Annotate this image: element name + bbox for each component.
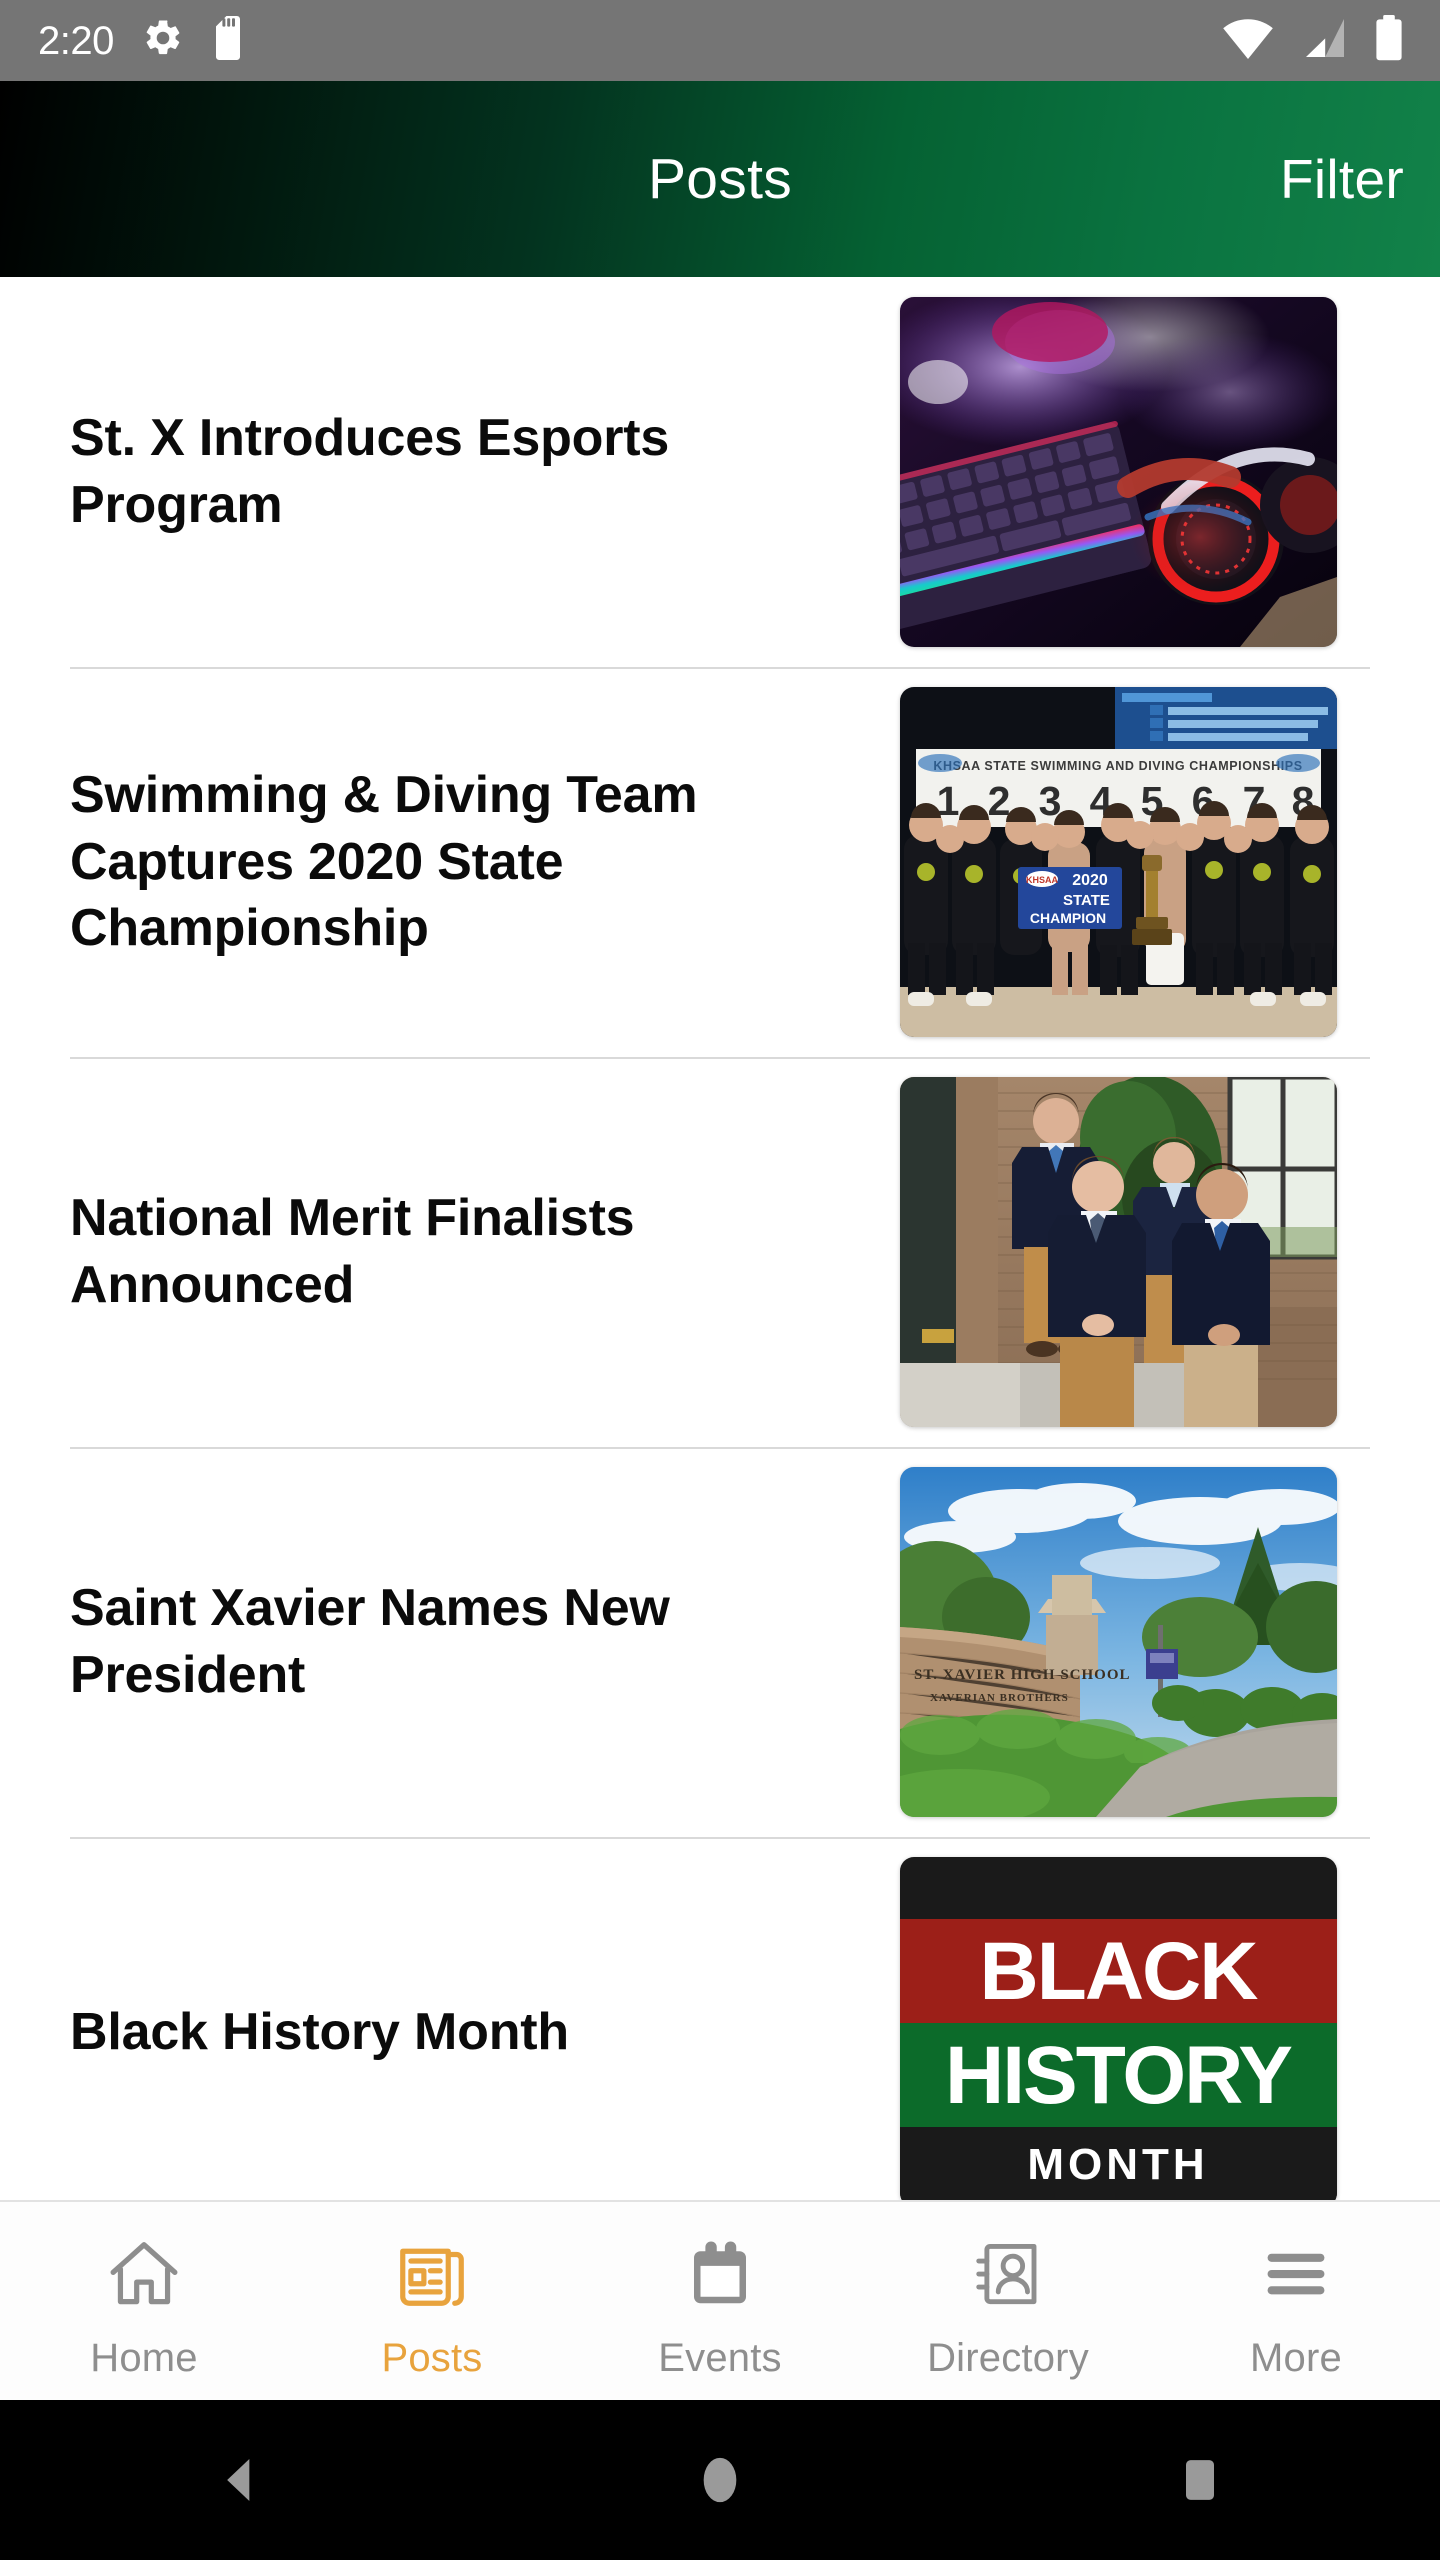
tab-more[interactable]: More bbox=[1152, 2202, 1440, 2400]
tab-posts[interactable]: Posts bbox=[288, 2202, 576, 2400]
calendar-icon bbox=[674, 2228, 766, 2320]
svg-text:MONTH: MONTH bbox=[1027, 2140, 1208, 2189]
svg-text:STATE: STATE bbox=[1063, 892, 1110, 909]
android-navigation-bar[interactable] bbox=[0, 2400, 1440, 2560]
post-thumbnail-esports[interactable] bbox=[900, 297, 1337, 647]
black-history-month-banner-image: BLACK HISTORY MONTH bbox=[900, 1857, 1337, 2200]
settings-gear-icon bbox=[142, 17, 184, 64]
post-list-item[interactable]: Saint Xavier Names New President ST. XAV… bbox=[0, 1447, 1440, 1837]
post-title: St. X Introduces Esports Program bbox=[70, 409, 670, 534]
recents-button[interactable] bbox=[1100, 2400, 1300, 2560]
svg-text:KHSAA: KHSAA bbox=[1026, 875, 1059, 885]
svg-text:ST. XAVIER HIGH SCHOOL: ST. XAVIER HIGH SCHOOL bbox=[914, 1667, 1131, 1683]
home-button[interactable] bbox=[620, 2400, 820, 2560]
home-circle-icon bbox=[703, 2457, 737, 2503]
post-list-item[interactable]: St. X Introduces Esports Program bbox=[0, 277, 1440, 667]
post-title: Swimming & Diving Team Captures 2020 Sta… bbox=[70, 766, 698, 958]
battery-icon bbox=[1374, 15, 1404, 66]
status-bar-right bbox=[1222, 15, 1404, 66]
post-list-item[interactable]: Black History Month BLACK HISTORY MONTH bbox=[0, 1837, 1440, 2200]
post-title: Saint Xavier Names New President bbox=[70, 1579, 670, 1704]
post-thumbnail-national-merit[interactable] bbox=[900, 1077, 1337, 1427]
status-bar-left: 2:20 bbox=[38, 16, 244, 65]
tab-home[interactable]: Home bbox=[0, 2202, 288, 2400]
app-header-bar: Posts Filter bbox=[0, 81, 1440, 277]
national-merit-students-image bbox=[900, 1077, 1337, 1427]
tab-directory[interactable]: Directory bbox=[864, 2202, 1152, 2400]
svg-text:HISTORY: HISTORY bbox=[945, 2030, 1292, 2121]
svg-text:KHSAA STATE SWIMMING AND DIVIN: KHSAA STATE SWIMMING AND DIVING CHAMPION… bbox=[933, 759, 1302, 773]
app-screen: 2:20 Posts Filter St. X Introduces Espor… bbox=[0, 0, 1440, 2560]
campus-entrance-image: ST. XAVIER HIGH SCHOOL XAVERIAN BROTHERS bbox=[900, 1467, 1337, 1817]
bottom-tab-bar[interactable]: Home Posts Events Directory More bbox=[0, 2200, 1440, 2400]
tab-directory-label: Directory bbox=[927, 2336, 1089, 2380]
tab-more-label: More bbox=[1250, 2336, 1342, 2380]
status-bar-clock: 2:20 bbox=[38, 18, 114, 63]
back-triangle-icon bbox=[227, 2459, 250, 2501]
post-thumbnail-new-president[interactable]: ST. XAVIER HIGH SCHOOL XAVERIAN BROTHERS bbox=[900, 1467, 1337, 1817]
filter-button[interactable]: Filter bbox=[1280, 147, 1404, 211]
contact-book-icon bbox=[962, 2228, 1054, 2320]
esports-keyboard-image bbox=[900, 297, 1337, 647]
cellular-signal-icon bbox=[1300, 16, 1348, 65]
swim-team-champions-image: KHSAA STATE SWIMMING AND DIVING CHAMPION… bbox=[900, 687, 1337, 1037]
sd-card-icon bbox=[212, 16, 244, 65]
post-title: National Merit Finalists Announced bbox=[70, 1189, 635, 1314]
page-title: Posts bbox=[647, 147, 793, 211]
post-list[interactable]: St. X Introduces Esports Program Swimmin… bbox=[0, 277, 1440, 2200]
tab-posts-label: Posts bbox=[381, 2336, 483, 2380]
tab-events-label: Events bbox=[658, 2336, 782, 2380]
post-thumbnail-black-history-month[interactable]: BLACK HISTORY MONTH bbox=[900, 1857, 1337, 2200]
svg-text:2020: 2020 bbox=[1072, 872, 1108, 889]
back-button[interactable] bbox=[140, 2400, 340, 2560]
post-list-item[interactable]: Swimming & Diving Team Captures 2020 Sta… bbox=[0, 667, 1440, 1057]
post-list-item[interactable]: National Merit Finalists Announced bbox=[0, 1057, 1440, 1447]
wifi-icon bbox=[1222, 16, 1274, 65]
post-title: Black History Month bbox=[70, 2002, 569, 2061]
recents-square-icon bbox=[1186, 2460, 1214, 2500]
home-icon bbox=[98, 2228, 190, 2320]
svg-text:BLACK: BLACK bbox=[980, 1926, 1259, 2017]
newspaper-icon bbox=[386, 2228, 478, 2320]
tab-events[interactable]: Events bbox=[576, 2202, 864, 2400]
svg-text:CHAMPION: CHAMPION bbox=[1030, 910, 1106, 926]
hamburger-menu-icon bbox=[1250, 2228, 1342, 2320]
svg-text:XAVERIAN BROTHERS: XAVERIAN BROTHERS bbox=[930, 1692, 1069, 1704]
tab-home-label: Home bbox=[90, 2336, 198, 2380]
status-bar: 2:20 bbox=[0, 0, 1440, 81]
post-thumbnail-swimming[interactable]: KHSAA STATE SWIMMING AND DIVING CHAMPION… bbox=[900, 687, 1337, 1037]
